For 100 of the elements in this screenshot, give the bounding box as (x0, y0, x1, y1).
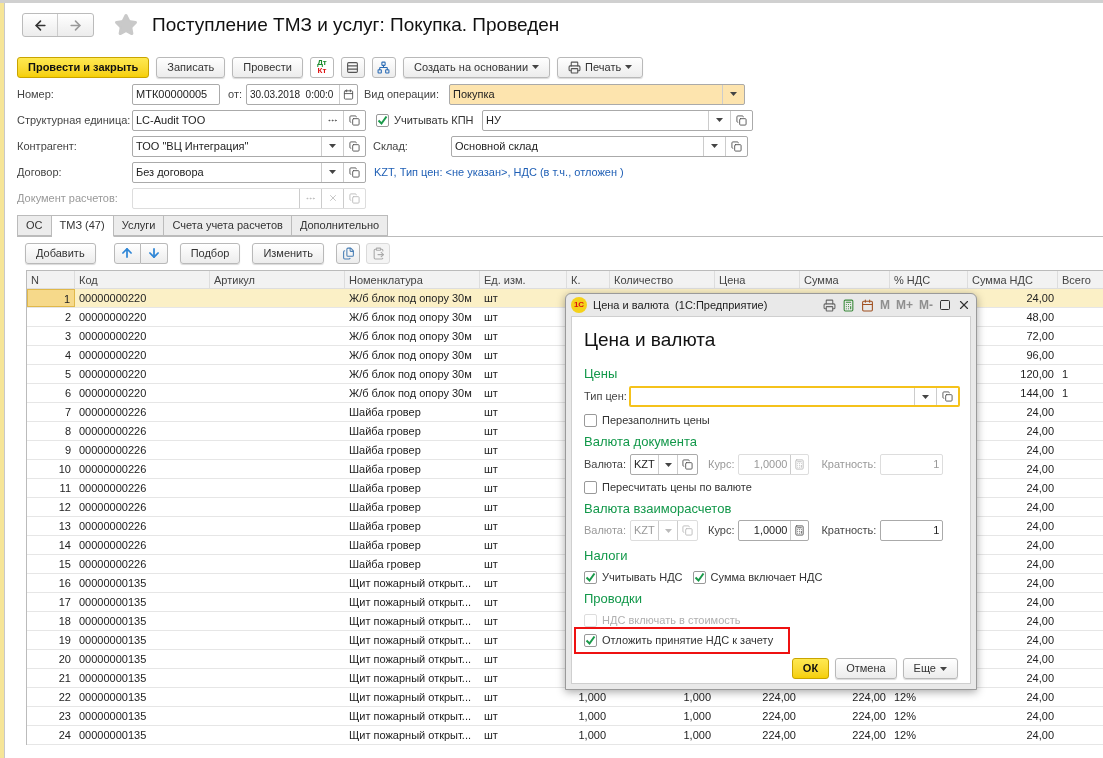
checkbox[interactable] (584, 570, 597, 584)
table-cell: Шайба гровер (349, 557, 421, 570)
column-header[interactable]: Всего (1058, 270, 1103, 288)
table-cell: 24,00 (1026, 576, 1054, 589)
maximize-icon[interactable] (939, 299, 951, 311)
column-header[interactable]: К. (567, 270, 610, 288)
table-cell: 00000000220 (79, 348, 147, 361)
checkbox[interactable] (584, 413, 597, 427)
table-cell: 00000000226 (79, 424, 147, 437)
price-settings-link[interactable]: KZT, Тип цен: <не указан>, НДС (в т.ч., отложен ) (374, 163, 624, 181)
table-cell: Щит пожарный открыт... (349, 652, 471, 665)
table-cell: 16 (58, 576, 71, 589)
multiplicity-field[interactable]: 1 (880, 520, 944, 541)
table-cell: Шайба гровер (349, 481, 421, 494)
tab[interactable]: Счета учета расчетов (164, 214, 292, 236)
checkbox[interactable] (584, 480, 597, 494)
tab[interactable]: ОС (17, 214, 52, 236)
operation-type-field[interactable]: Покупка (449, 83, 745, 105)
table-toolbar-button[interactable]: Подбор (179, 242, 241, 264)
table-cell: 224,00 (762, 690, 796, 703)
list-button[interactable] (341, 56, 365, 78)
field-label: Документ расчетов: (17, 191, 118, 204)
table-cell: 24,00 (1026, 614, 1054, 627)
column-header[interactable]: Код (75, 270, 210, 288)
paste-icon (371, 246, 385, 260)
checkbox[interactable] (692, 570, 706, 584)
move-up-button[interactable] (113, 242, 141, 264)
post-and-close-button[interactable]: Провести и закрыть (17, 56, 150, 78)
table-cell: 224,00 (852, 709, 886, 722)
copy-button[interactable] (336, 242, 360, 264)
structural-unit-field[interactable]: LC-Audit ТОО (132, 109, 366, 131)
column-header[interactable]: Количество (610, 270, 715, 288)
column-header[interactable]: Ед. изм. (480, 270, 567, 288)
cancel-button[interactable]: Отмена (835, 658, 897, 679)
warehouse-field[interactable]: Основной склад (451, 135, 748, 157)
open-form-icon (682, 459, 694, 470)
table-toolbar-button[interactable]: Изменить (252, 242, 324, 264)
field-label: Склад: (373, 139, 408, 152)
tab[interactable]: Дополнительно (291, 214, 389, 236)
list-icon (346, 60, 360, 74)
table-cell: Щит пожарный открыт... (349, 709, 471, 722)
table-cell: 10 (58, 462, 71, 475)
table-cell: 00000000226 (79, 481, 147, 494)
print-button[interactable]: Печать (557, 56, 644, 78)
more-button[interactable]: Еще (902, 658, 958, 679)
table-cell: 20 (58, 652, 71, 665)
table-cell: 23 (58, 709, 71, 722)
table-cell: Ж/б блок под опору 30м (349, 386, 472, 399)
date-field[interactable]: 30.03.2018 0:00:0 (246, 83, 358, 105)
move-down-button[interactable] (140, 242, 168, 264)
printer-icon[interactable] (823, 298, 836, 312)
calendar-icon[interactable] (861, 298, 874, 312)
tab[interactable]: ТМЗ (47) (51, 214, 114, 237)
table-cell: Шайба гровер (349, 424, 421, 437)
column-header[interactable]: Цена (715, 270, 800, 288)
table-cell: Шайба гровер (349, 538, 421, 551)
table-cell: 4 (64, 348, 71, 361)
dropdown-arrow-icon (532, 65, 540, 69)
column-header[interactable]: Номенклатура (345, 270, 480, 288)
tab[interactable]: Услуги (113, 214, 165, 236)
column-header[interactable]: Артикул (210, 270, 345, 288)
column-header[interactable]: Сумма НДС (968, 270, 1058, 288)
table-toolbar-button[interactable]: Добавить (25, 242, 96, 264)
create-based-on-button[interactable]: Создать на основании (403, 56, 551, 78)
rate-field[interactable]: 1,0000 (738, 520, 810, 541)
calculator-icon[interactable] (842, 298, 855, 312)
table-cell: 5 (64, 367, 71, 380)
counterparty-field[interactable]: ТОО "ВЦ Интеграция" (132, 135, 366, 157)
toolbar-button[interactable]: Провести (232, 56, 303, 78)
table-cell: 19 (58, 633, 71, 646)
contract-field[interactable]: Без договора (132, 161, 366, 183)
star-icon[interactable] (114, 13, 138, 38)
field-label: Структурная единица: (17, 113, 131, 126)
table-cell: шт (484, 329, 498, 342)
checkbox[interactable] (376, 113, 389, 127)
kpn-field[interactable]: НУ (482, 109, 753, 131)
number-field[interactable]: МТК00000005 (132, 83, 220, 105)
structure-button[interactable] (372, 56, 396, 78)
dropdown-arrow-icon (716, 118, 723, 122)
checkbox[interactable] (584, 633, 597, 647)
close-icon[interactable] (957, 298, 971, 312)
column-header[interactable]: % НДС (890, 270, 968, 288)
toolbar-button[interactable]: Записать (156, 56, 226, 78)
table-cell: 24,00 (1026, 405, 1054, 418)
table-cell: 13 (58, 519, 71, 532)
app-logo: 1С (571, 297, 587, 313)
table-cell: 00000000220 (79, 329, 147, 342)
table-cell: 00000000135 (79, 614, 147, 627)
dropdown-arrow-icon (329, 170, 336, 174)
ok-button[interactable]: ОК (791, 658, 830, 679)
table-cell: 24,00 (1026, 519, 1054, 532)
table-cell: 00000000226 (79, 557, 147, 570)
table-cell: 24,00 (1026, 291, 1054, 304)
section-heading: Валюта взаиморасчетов (584, 500, 733, 518)
column-header[interactable]: N (27, 270, 75, 288)
price-type-field[interactable] (628, 386, 960, 407)
currency-field[interactable]: KZT (630, 454, 698, 475)
debit-credit-button[interactable]: Дт Кт (310, 56, 334, 78)
column-header[interactable]: Сумма (800, 270, 890, 288)
section-heading: Валюта документа (584, 433, 698, 451)
